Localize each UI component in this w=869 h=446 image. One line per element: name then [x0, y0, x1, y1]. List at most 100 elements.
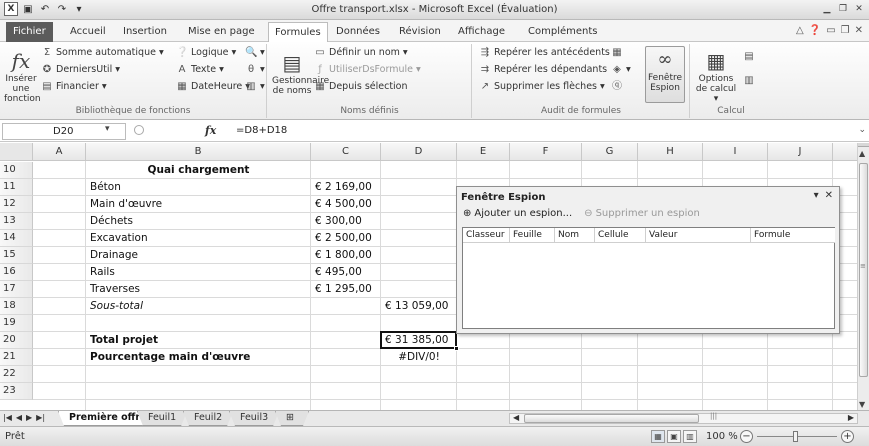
row-header[interactable]: 21: [0, 349, 33, 366]
workbook-restore-icon[interactable]: ❐: [841, 25, 850, 36]
help-icon[interactable]: ❓: [809, 25, 821, 36]
watch-window-button[interactable]: ∞ Fenêtre Espion: [645, 46, 685, 103]
select-all-corner[interactable]: [0, 143, 33, 161]
delete-watch-button[interactable]: ⊖ Supprimer un espion: [584, 208, 700, 219]
calculate-now-button[interactable]: ▤: [743, 50, 755, 64]
column-header-c[interactable]: C: [311, 143, 381, 161]
cell-b18[interactable]: Sous-total: [90, 298, 143, 314]
remove-arrows-button[interactable]: ↗ Supprimer les flèches ▾: [479, 80, 605, 94]
trace-precedents-button[interactable]: ⇶ Repérer les antécédents: [479, 46, 610, 60]
row-header[interactable]: 16: [0, 264, 33, 281]
ribbon-minimize-icon[interactable]: △: [796, 25, 804, 36]
add-watch-button[interactable]: ⊕ Ajouter un espion...: [463, 208, 572, 219]
zoom-in-icon[interactable]: +: [841, 430, 854, 443]
sheet-tab-feuil2[interactable]: Feuil2: [183, 411, 233, 426]
row-header[interactable]: 20: [0, 332, 33, 349]
calculate-sheet-button[interactable]: ▥: [743, 74, 755, 88]
tab-fichier[interactable]: Fichier: [6, 22, 53, 42]
cancel-icon[interactable]: [134, 125, 144, 135]
tab-insertion[interactable]: Insertion: [117, 24, 173, 41]
lookup-reference-button[interactable]: 🔍 ▾: [245, 46, 265, 60]
define-name-button[interactable]: ▭ Définir un nom ▾: [314, 46, 407, 60]
vertical-scroll-thumb[interactable]: [859, 163, 868, 377]
autosum-button[interactable]: Σ Somme automatique ▾: [41, 46, 164, 60]
tab-affichage[interactable]: Affichage: [452, 24, 511, 41]
column-header-e[interactable]: E: [457, 143, 510, 161]
row-header[interactable]: 10: [0, 162, 33, 179]
restore-icon[interactable]: ❐: [837, 3, 849, 15]
prev-sheet-icon[interactable]: ◀: [16, 413, 22, 422]
scroll-right-icon[interactable]: ▶: [848, 413, 854, 422]
cell-c11[interactable]: € 2 169,00: [315, 179, 372, 195]
watch-col-nom[interactable]: Nom: [555, 228, 595, 243]
row-header[interactable]: 14: [0, 230, 33, 247]
row-header[interactable]: 18: [0, 298, 33, 315]
tab-complements[interactable]: Compléments: [522, 24, 603, 41]
insert-function-icon[interactable]: fx: [205, 124, 216, 137]
cell-b14[interactable]: Excavation: [90, 230, 148, 246]
zoom-level[interactable]: 100 %: [706, 431, 738, 442]
cell-b21[interactable]: Pourcentage main d'œuvre: [90, 349, 250, 365]
cell-b15[interactable]: Drainage: [90, 247, 138, 263]
close-icon[interactable]: ✕: [853, 3, 865, 15]
sheet-tab-feuil3[interactable]: Feuil3: [229, 411, 279, 426]
cell-d21[interactable]: #DIV/0!: [385, 349, 453, 365]
column-header-d[interactable]: D: [381, 143, 457, 161]
insert-sheet-button[interactable]: ⊞: [275, 411, 309, 426]
cell-b20[interactable]: Total projet: [90, 332, 158, 348]
watch-col-feuille[interactable]: Feuille: [510, 228, 555, 243]
row-header[interactable]: 12: [0, 196, 33, 213]
workbook-close-icon[interactable]: ✕: [855, 25, 863, 36]
cell-c14[interactable]: € 2 500,00: [315, 230, 372, 246]
tab-revision[interactable]: Révision: [393, 24, 447, 41]
column-header-g[interactable]: G: [582, 143, 638, 161]
cell-c17[interactable]: € 1 295,00: [315, 281, 372, 297]
logical-button[interactable]: ❔ Logique ▾: [176, 46, 236, 60]
cell-b17[interactable]: Traverses: [90, 281, 140, 297]
column-header-i[interactable]: I: [703, 143, 768, 161]
calculation-options-button[interactable]: ▦ Options de calcul ▾: [693, 50, 739, 104]
cell-d20[interactable]: € 31 385,00: [385, 332, 448, 348]
cell-c13[interactable]: € 300,00: [315, 213, 362, 229]
fill-handle[interactable]: [454, 346, 459, 351]
scroll-down-icon[interactable]: ▼: [859, 400, 865, 409]
vertical-scrollbar[interactable]: ▲ ≡ ▼: [857, 143, 869, 410]
cell-b16[interactable]: Rails: [90, 264, 115, 280]
normal-view-icon[interactable]: ▦: [651, 430, 665, 443]
use-in-formula-button[interactable]: ƒ UtiliserDsFormule ▾: [314, 63, 421, 77]
watch-list[interactable]: Classeur Feuille Nom Cellule Valeur Form…: [462, 227, 835, 329]
watch-window-close-icon[interactable]: ✕: [825, 190, 833, 201]
row-header[interactable]: 13: [0, 213, 33, 230]
cell-b12[interactable]: Main d'œuvre: [90, 196, 162, 212]
tab-donnees[interactable]: Données: [330, 24, 386, 41]
tab-mise-en-page[interactable]: Mise en page: [182, 24, 261, 41]
column-header-k[interactable]: K: [833, 143, 857, 161]
minimize-icon[interactable]: ▁: [821, 3, 833, 15]
first-sheet-icon[interactable]: |◀: [3, 413, 12, 422]
watch-window-menu-icon[interactable]: ▾: [814, 190, 819, 201]
tab-formules[interactable]: Formules: [268, 22, 328, 43]
expand-formula-bar-icon[interactable]: ⌄: [858, 125, 866, 135]
insert-function-button[interactable]: fx Insérer une fonction: [4, 50, 41, 104]
tab-accueil[interactable]: Accueil: [64, 24, 112, 41]
cell-b10[interactable]: Quai chargement: [90, 162, 307, 178]
horizontal-scrollbar[interactable]: ◀ ||| ▶: [509, 412, 858, 424]
datetime-button[interactable]: ▦ DateHeure ▾: [176, 80, 250, 94]
page-layout-view-icon[interactable]: ▣: [667, 430, 681, 443]
horizontal-scroll-thumb[interactable]: [524, 414, 699, 423]
column-header-h[interactable]: H: [638, 143, 703, 161]
row-header[interactable]: 23: [0, 383, 33, 400]
watch-col-formule[interactable]: Formule: [751, 228, 835, 243]
name-manager-button[interactable]: ▤ Gestionnaire de noms: [272, 52, 329, 96]
zoom-slider-thumb[interactable]: [793, 431, 798, 442]
row-header[interactable]: 17: [0, 281, 33, 298]
name-box-dropdown-icon[interactable]: ▾: [105, 124, 110, 134]
row-header[interactable]: 11: [0, 179, 33, 196]
cell-b13[interactable]: Déchets: [90, 213, 133, 229]
column-header-f[interactable]: F: [510, 143, 582, 161]
error-checking-button[interactable]: ◈ ▾: [611, 63, 631, 77]
cell-b11[interactable]: Béton: [90, 179, 121, 195]
show-formulas-button[interactable]: ▦: [611, 46, 623, 60]
scroll-up-icon[interactable]: ▲: [859, 149, 865, 158]
financial-button[interactable]: ▤ Financier ▾: [41, 80, 106, 94]
